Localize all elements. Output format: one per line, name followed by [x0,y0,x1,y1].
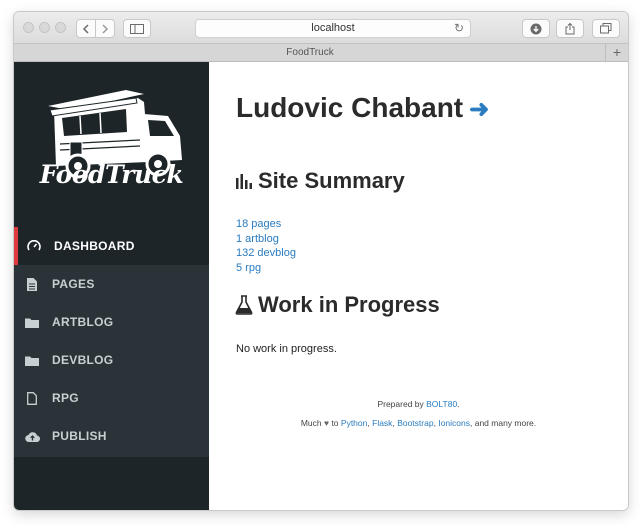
tab-foodtruck[interactable]: FoodTruck [14,44,606,61]
minimize-window-button[interactable] [39,22,50,33]
share-button[interactable] [556,19,584,38]
wip-heading: Work in Progress [235,292,440,318]
flask-link[interactable]: Flask [372,418,392,428]
page-title-text: Ludovic Chabant [236,92,464,123]
new-tab-button[interactable]: + [605,44,628,61]
folder-icon [24,315,40,329]
sidebar-item-publish[interactable]: PUBLISH [14,417,209,455]
sidebar-item-label: ARTBLOG [52,315,114,329]
footer-thanks: Much ♥ to Python, Flask, Bootstrap, Ioni… [209,418,628,428]
bootstrap-link[interactable]: Bootstrap [397,418,433,428]
stats-bars-icon [236,174,252,189]
wip-heading-text: Work in Progress [258,292,440,317]
footer-to: to [331,418,339,428]
python-link[interactable]: Python [341,418,367,428]
address-bar[interactable]: localhost ↻ [195,19,471,38]
footer-comma: , [433,418,436,428]
artblog-count-link[interactable]: 1 artblog [236,232,296,247]
footer-period: . [457,399,460,409]
summary-heading-text: Site Summary [258,168,405,193]
footer-comma: , [367,418,370,428]
rpg-count-link[interactable]: 5 rpg [236,261,296,276]
ionicons-link[interactable]: Ionicons [438,418,470,428]
zoom-window-button[interactable] [55,22,66,33]
footer-comma: , [392,418,395,428]
devblog-count-link[interactable]: 132 devblog [236,246,296,261]
chevron-right-icon [102,23,109,34]
pages-count-link[interactable]: 18 pages [236,217,296,232]
tabs-icon [600,23,612,34]
document-icon [24,277,40,291]
speedometer-icon [26,239,42,253]
sidebar-item-artblog[interactable]: ARTBLOG [14,303,209,341]
share-icon [565,22,575,34]
main-content: Ludovic Chabant ➜ Site Summary 18 pages 1… [209,62,628,510]
sidebar-item-label: DEVBLOG [52,353,114,367]
footer-much: Much [300,418,322,428]
download-icon [530,23,542,34]
logo-text[interactable]: FoodTruck [14,160,209,189]
summary-links: 18 pages 1 artblog 132 devblog 5 rpg [236,217,296,275]
footer-and-more: , and many more. [470,418,537,428]
wip-status-text: No work in progress. [236,343,337,355]
downloads-button[interactable] [522,19,550,38]
summary-heading: Site Summary [235,168,405,194]
sidebar-item-pages[interactable]: PAGES [14,265,209,303]
sidebar-item-rpg[interactable]: RPG [14,379,209,417]
document-outline-icon [24,391,40,405]
arrow-right-icon[interactable]: ➜ [469,96,489,123]
close-window-button[interactable] [23,22,34,33]
sidebar-item-label: PAGES [52,277,95,291]
sidebar-toggle-button[interactable] [123,19,151,38]
sidebar-nav: DASHBOARD PAGES ARTBLOG DEVBLOG RPG PUBL… [14,227,209,457]
url-text: localhost [311,22,355,34]
sidebar-item-label: DASHBOARD [54,239,135,253]
browser-toolbar: localhost ↻ [14,12,628,44]
author-link[interactable]: BOLT80 [426,399,457,409]
reload-icon[interactable]: ↻ [454,20,464,37]
sidebar-item-devblog[interactable]: DEVBLOG [14,341,209,379]
sidebar-item-label: PUBLISH [52,429,107,443]
page-title: Ludovic Chabant ➜ [236,92,489,124]
browser-window: localhost ↻ FoodTruck + FoodTruck DASHBO… [14,12,628,510]
flask-icon [235,295,253,315]
folder-icon [24,353,40,367]
sidebar: FoodTruck DASHBOARD PAGES ARTBLOG DEVBLO… [14,62,209,510]
tab-bar: FoodTruck + [14,44,628,62]
sidebar-icon [130,23,144,34]
back-button[interactable] [76,19,96,38]
chevron-left-icon [82,23,89,34]
sidebar-item-label: RPG [52,391,79,405]
forward-button[interactable] [95,19,115,38]
tabs-overview-button[interactable] [592,19,620,38]
footer-prepared-by: Prepared by [377,399,424,409]
cloud-upload-icon [24,429,40,443]
heart-icon: ♥ [324,418,330,428]
sidebar-item-dashboard[interactable]: DASHBOARD [14,227,209,265]
footer-credit: Prepared by BOLT80. [209,399,628,409]
